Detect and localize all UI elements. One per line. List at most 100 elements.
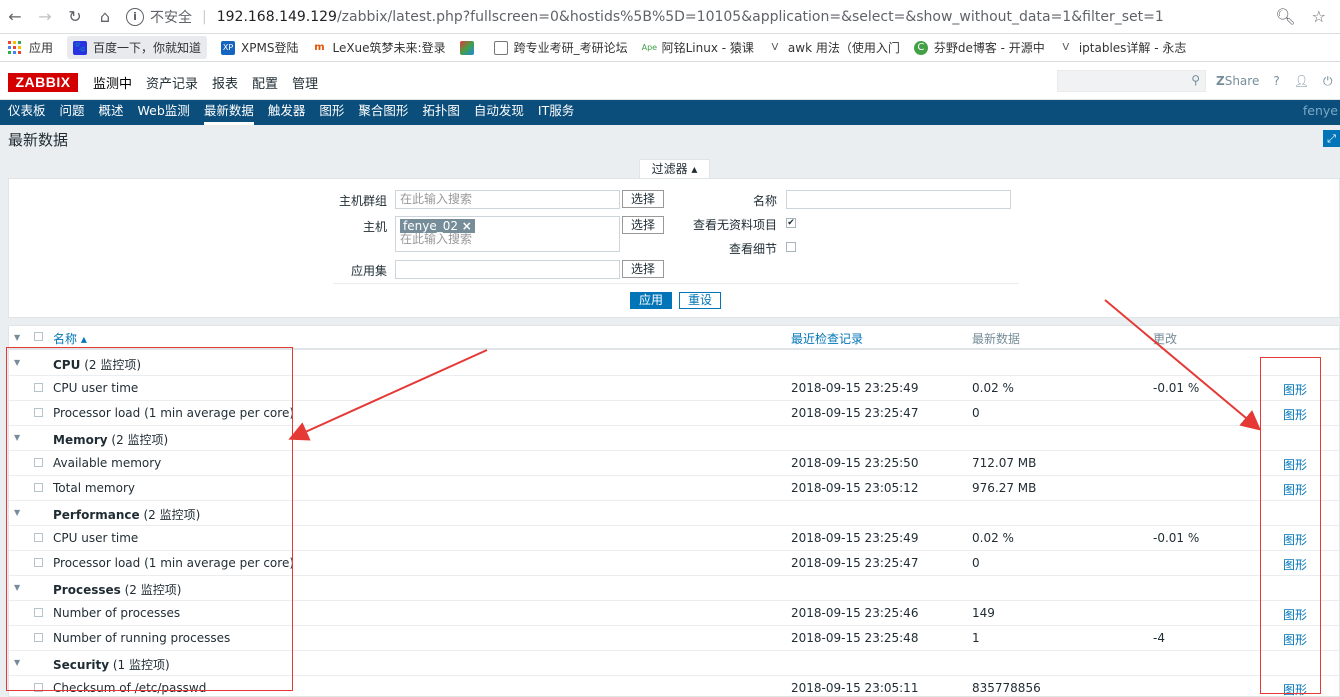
item-checkbox[interactable] <box>34 483 43 492</box>
search-icon[interactable]: ⚲ <box>1191 73 1200 87</box>
bookmark-iptables[interactable]: V iptables详解 - 永志 <box>1058 39 1186 56</box>
item-checkbox[interactable] <box>34 408 43 417</box>
home-icon[interactable]: ⌂ <box>90 7 120 26</box>
remove-tag-icon[interactable]: × <box>462 219 472 233</box>
item-last-value: 976.27 MB <box>972 481 1037 495</box>
application-name: CPU (2 监控项) <box>53 358 142 372</box>
collapse-icon[interactable]: ▼ <box>14 358 20 367</box>
collapse-icon[interactable]: ▼ <box>14 583 20 592</box>
bookmark-colorful[interactable] <box>459 40 480 55</box>
top-menu-configuration[interactable]: 配置 <box>252 73 278 92</box>
host-input[interactable]: fenye_02 × 在此输入搜索 <box>395 216 620 252</box>
host-select-button[interactable]: 选择 <box>622 216 664 234</box>
url-field[interactable]: i 不安全 | 192.168.149.129/zabbix/latest.ph… <box>126 3 1336 30</box>
item-checkbox[interactable] <box>34 633 43 642</box>
sub-menu-it-services[interactable]: IT服务 <box>538 100 574 125</box>
sub-menu-dashboard[interactable]: 仪表板 <box>8 100 46 125</box>
logout-icon[interactable]: ⏻ <box>1323 74 1333 89</box>
graph-link[interactable]: 图形 <box>1283 531 1307 548</box>
vuetify-icon: V <box>1058 40 1073 55</box>
reset-button[interactable]: 重设 <box>679 292 721 309</box>
application-input[interactable] <box>395 260 620 279</box>
share-icon: Z <box>1216 74 1225 88</box>
sub-menu-overview[interactable]: 概述 <box>99 100 124 125</box>
global-search-input[interactable]: ⚲ <box>1057 70 1206 92</box>
lexue-icon: m <box>312 40 327 55</box>
item-name: Available memory <box>53 456 162 470</box>
collapse-icon[interactable]: ▼ <box>14 508 20 517</box>
application-select-button[interactable]: 选择 <box>622 260 664 278</box>
top-menu-inventory[interactable]: 资产记录 <box>146 73 198 92</box>
item-last-value: 0 <box>972 406 980 420</box>
bookmark-apps[interactable]: 应用 <box>8 39 53 56</box>
graph-link[interactable]: 图形 <box>1283 481 1307 498</box>
zabbix-logo[interactable]: ZABBIX <box>8 73 78 92</box>
graph-link[interactable]: 图形 <box>1283 631 1307 648</box>
sub-menu-problems[interactable]: 问题 <box>60 100 85 125</box>
host-tag[interactable]: fenye_02 × <box>400 219 475 233</box>
back-icon[interactable]: ← <box>0 7 30 26</box>
forward-icon[interactable]: → <box>30 7 60 26</box>
bookmark-baidu[interactable]: 🐾 百度一下，你就知道 <box>67 36 208 59</box>
bookmark-awk[interactable]: V awk 用法（使用入门 <box>767 39 900 56</box>
application-name: Memory (2 监控项) <box>53 433 169 447</box>
current-user: fenye <box>1302 103 1338 118</box>
sub-menu: 仪表板 问题 概述 Web监测 最新数据 触发器 图形 聚合图形 拓扑图 自动发… <box>0 100 1340 125</box>
top-menu-reports[interactable]: 报表 <box>212 73 238 92</box>
item-checkbox[interactable] <box>34 533 43 542</box>
bookmark-xpms[interactable]: XP XPMS登陆 <box>221 39 298 56</box>
sub-menu-web[interactable]: Web监测 <box>138 100 190 125</box>
fullscreen-icon[interactable]: ⤢ <box>1323 130 1340 147</box>
bookmark-aming[interactable]: Ape 阿铭Linux - 猿课 <box>641 39 754 56</box>
item-last-check: 2018-09-15 23:25:47 <box>791 406 919 420</box>
sub-menu-latest-data[interactable]: 最新数据 <box>203 100 254 125</box>
show-details-checkbox[interactable] <box>786 242 796 252</box>
bookmark-lexue[interactable]: m LeXue筑梦未来:登录 <box>312 39 446 56</box>
sub-menu-graphs[interactable]: 图形 <box>319 100 344 125</box>
zoom-icon[interactable]: 🔍︎ <box>1275 7 1295 26</box>
collapse-icon[interactable]: ▼ <box>14 658 20 667</box>
sub-menu-discovery[interactable]: 自动发现 <box>474 100 524 125</box>
sub-menu-maps[interactable]: 拓扑图 <box>422 100 460 125</box>
select-all-checkbox[interactable] <box>34 332 43 341</box>
table-row: Total memory 2018-09-15 23:05:12 976.27 MB… <box>9 476 1339 501</box>
item-checkbox[interactable] <box>34 608 43 617</box>
reload-icon[interactable]: ↻ <box>60 7 90 26</box>
graph-link[interactable]: 图形 <box>1283 381 1307 398</box>
filter-divider <box>333 283 1019 284</box>
item-last-value: 0 <box>972 556 980 570</box>
sub-menu-screens[interactable]: 聚合图形 <box>358 100 408 125</box>
column-last-check[interactable]: 最近检查记录 <box>791 330 863 347</box>
host-group-input[interactable]: 在此输入搜索 <box>395 190 620 209</box>
bookmarks-bar: 应用 🐾 百度一下，你就知道 XP XPMS登陆 m LeXue筑梦未来:登录 … <box>0 34 1340 62</box>
host-group-select-button[interactable]: 选择 <box>622 190 664 208</box>
apply-button[interactable]: 应用 <box>630 292 672 309</box>
info-icon[interactable]: i <box>126 7 144 26</box>
item-checkbox[interactable] <box>34 458 43 467</box>
filter-toggle-tab[interactable]: 过滤器 ▴ <box>639 159 710 178</box>
show-without-data-checkbox[interactable]: ✔ <box>786 218 796 228</box>
collapse-icon[interactable]: ▼ <box>14 433 20 442</box>
bookmark-kaoyan[interactable]: 跨专业考研_考研论坛 <box>493 39 628 56</box>
bookmark-fenye[interactable]: C 芬野de博客 - 开源中 <box>913 39 1045 56</box>
collapse-all-icon[interactable]: ▼ <box>14 333 20 342</box>
graph-link[interactable]: 图形 <box>1283 556 1307 573</box>
item-checkbox[interactable] <box>34 558 43 567</box>
column-name[interactable]: 名称 ▴ <box>53 330 87 347</box>
share-link[interactable]: ZShare <box>1216 74 1259 89</box>
sub-menu-triggers[interactable]: 触发器 <box>268 100 306 125</box>
host-label: 主机 <box>362 220 387 234</box>
graph-link[interactable]: 图形 <box>1283 406 1307 423</box>
graph-link[interactable]: 图形 <box>1283 456 1307 473</box>
top-menu-monitoring[interactable]: 监测中 <box>93 73 132 92</box>
item-checkbox[interactable] <box>34 683 43 692</box>
user-profile-icon[interactable]: 👤︎ <box>1294 74 1309 89</box>
graph-link[interactable]: 图形 <box>1283 606 1307 623</box>
name-label: 名称 <box>752 194 777 208</box>
star-icon[interactable]: ☆ <box>1312 7 1326 26</box>
name-input[interactable] <box>786 190 1011 209</box>
top-menu-administration[interactable]: 管理 <box>292 73 318 92</box>
help-icon[interactable]: ? <box>1273 74 1279 89</box>
graph-link[interactable]: 图形 <box>1283 681 1307 696</box>
item-checkbox[interactable] <box>34 383 43 392</box>
